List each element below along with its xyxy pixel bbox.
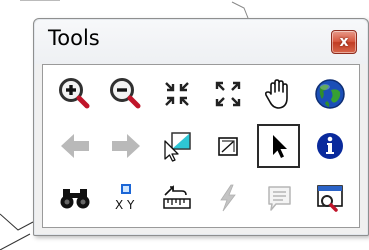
forward-extent-tool[interactable] xyxy=(100,120,151,172)
fixed-zoom-out-tool[interactable] xyxy=(202,68,253,120)
svg-text:Y: Y xyxy=(126,198,135,212)
clear-selection-icon xyxy=(217,137,238,156)
close-button[interactable]: x xyxy=(331,30,357,54)
fixed-zoom-in-icon xyxy=(164,82,189,106)
svg-text:X: X xyxy=(115,198,123,212)
zoom-out-icon xyxy=(109,78,140,109)
window-title: Tools xyxy=(48,26,100,50)
zoom-in-icon xyxy=(58,78,89,109)
time-slider-tool[interactable] xyxy=(304,172,355,224)
back-arrow-icon xyxy=(60,134,89,158)
full-extent-globe-icon xyxy=(314,79,345,109)
zoom-out-tool[interactable] xyxy=(100,68,151,120)
title-bar[interactable]: Tools x xyxy=(35,20,367,64)
fixed-zoom-in-tool[interactable] xyxy=(151,68,202,120)
select-elements-pointer-icon xyxy=(272,135,287,158)
find-tool[interactable] xyxy=(49,172,100,224)
forward-arrow-icon xyxy=(111,134,140,158)
full-extent-tool[interactable] xyxy=(304,68,355,120)
go-to-xy-tool[interactable]: X Y xyxy=(100,172,151,224)
identify-info-icon xyxy=(316,133,343,159)
clear-selection-tool[interactable] xyxy=(202,120,253,172)
pan-tool[interactable] xyxy=(253,68,304,120)
time-slider-window-icon xyxy=(316,185,343,212)
zoom-in-tool[interactable] xyxy=(49,68,100,120)
measure-icon xyxy=(162,185,191,209)
select-features-icon xyxy=(163,132,191,162)
html-popup-icon xyxy=(267,186,291,211)
fixed-zoom-out-icon xyxy=(215,81,240,107)
tools-window: Tools x X Y xyxy=(33,18,369,236)
select-features-tool[interactable] xyxy=(151,120,202,172)
hyperlink-lightning-icon xyxy=(219,184,236,212)
html-popup-tool[interactable] xyxy=(253,172,304,224)
go-to-xy-icon: X Y xyxy=(115,184,135,212)
select-elements-tool[interactable] xyxy=(253,120,304,172)
measure-tool[interactable] xyxy=(151,172,202,224)
pan-hand-icon xyxy=(264,79,288,109)
find-binoculars-icon xyxy=(60,189,89,209)
back-extent-tool[interactable] xyxy=(49,120,100,172)
tools-panel: X Y xyxy=(42,64,360,228)
hyperlink-tool[interactable] xyxy=(202,172,253,224)
tool-grid: X Y xyxy=(49,68,355,224)
close-icon: x xyxy=(339,34,349,50)
identify-tool[interactable] xyxy=(304,120,355,172)
